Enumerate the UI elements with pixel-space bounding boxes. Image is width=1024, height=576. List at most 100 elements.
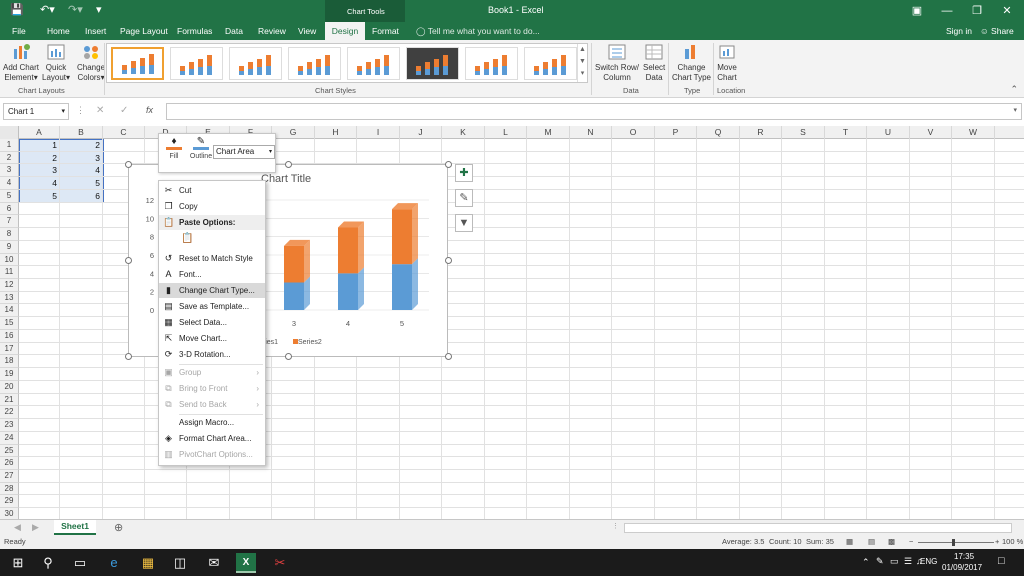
- tab-view[interactable]: View: [294, 22, 320, 40]
- column-header-m[interactable]: M: [527, 126, 570, 139]
- row-header-19[interactable]: 19: [0, 368, 19, 381]
- customize-qat-icon[interactable]: ▾: [96, 3, 102, 16]
- excel-taskbar-icon[interactable]: X: [236, 553, 256, 573]
- tab-page-layout[interactable]: Page Layout: [116, 22, 172, 40]
- name-box-dropdown-icon[interactable]: ▾: [61, 104, 65, 119]
- prev-sheet-icon[interactable]: ◀: [14, 522, 21, 533]
- column-header-r[interactable]: R: [740, 126, 782, 139]
- column-header-a[interactable]: A: [19, 126, 60, 139]
- change-chart-type-button[interactable]: Change Chart Type: [672, 43, 711, 83]
- cell-b1[interactable]: 2: [60, 139, 103, 151]
- expand-formula-icon[interactable]: ▾: [1013, 106, 1017, 114]
- notification-icon[interactable]: □: [998, 555, 1005, 567]
- zoom-in-icon[interactable]: +: [995, 535, 999, 549]
- cell-a5[interactable]: 5: [19, 190, 60, 202]
- column-header-h[interactable]: H: [315, 126, 357, 139]
- tell-me-search[interactable]: ◯ Tell me what you want to do...: [412, 22, 544, 40]
- column-header-c[interactable]: C: [103, 126, 145, 139]
- tab-home[interactable]: Home: [43, 22, 74, 40]
- menu-item-select-data[interactable]: ▦ Select Data...: [159, 315, 265, 330]
- menu-item-paste-keep-formatting[interactable]: 📋: [159, 231, 265, 246]
- row-header-29[interactable]: 29: [0, 495, 19, 509]
- more-styles-icon[interactable]: ▾: [581, 70, 585, 77]
- redo-icon[interactable]: ↷▾: [68, 3, 83, 16]
- chart-style-7[interactable]: [465, 47, 518, 80]
- menu-item-3-d-rotation[interactable]: ⟳ 3-D Rotation...: [159, 347, 265, 362]
- scroll-down-icon[interactable]: ▼: [579, 58, 586, 65]
- enter-icon[interactable]: ✓: [120, 105, 128, 116]
- row-header-17[interactable]: 17: [0, 342, 19, 356]
- restore-icon[interactable]: ❐: [962, 2, 992, 20]
- cell-a4[interactable]: 4: [19, 177, 60, 189]
- bar-series2-3[interactable]: [284, 245, 304, 283]
- row-header-9[interactable]: 9: [0, 240, 19, 254]
- row-header-20[interactable]: 20: [0, 380, 19, 394]
- column-header-o[interactable]: O: [612, 126, 655, 139]
- legend-series2[interactable]: Series2: [293, 339, 322, 346]
- row-header-5[interactable]: 5: [0, 189, 19, 203]
- fill-button[interactable]: ♦ Fill: [163, 136, 185, 160]
- cell-a3[interactable]: 3: [19, 164, 60, 176]
- chart-style-3[interactable]: [229, 47, 282, 80]
- tab-review[interactable]: Review: [254, 22, 290, 40]
- minimize-icon[interactable]: —: [932, 2, 962, 20]
- next-sheet-icon[interactable]: ▶: [32, 522, 39, 533]
- row-header-2[interactable]: 2: [0, 151, 19, 165]
- row-header-24[interactable]: 24: [0, 431, 19, 445]
- row-header-12[interactable]: 12: [0, 279, 19, 292]
- tray-expand-icon[interactable]: ⌃: [862, 557, 870, 568]
- row-header-3[interactable]: 3: [0, 164, 19, 178]
- bar-series1-4[interactable]: [338, 273, 358, 310]
- resize-handle-n[interactable]: [285, 161, 292, 168]
- undo-icon[interactable]: ↶▾: [40, 3, 55, 16]
- resize-handle-sw[interactable]: [125, 353, 132, 360]
- cell-b2[interactable]: 3: [60, 152, 103, 164]
- menu-item-font[interactable]: A Font...: [159, 267, 265, 282]
- page-break-view-icon[interactable]: ▩: [888, 535, 895, 549]
- search-icon[interactable]: ⚲: [38, 553, 58, 573]
- task-view-icon[interactable]: ▭: [70, 553, 90, 573]
- row-header-1[interactable]: 1: [0, 139, 19, 152]
- select-all-corner[interactable]: [0, 126, 19, 139]
- select-data-button[interactable]: Select Data: [643, 43, 665, 83]
- row-header-22[interactable]: 22: [0, 406, 19, 420]
- cancel-icon[interactable]: ✕: [96, 105, 104, 116]
- horizontal-scrollbar[interactable]: [624, 523, 1012, 533]
- row-header-21[interactable]: 21: [0, 393, 19, 407]
- column-header-s[interactable]: S: [782, 126, 825, 139]
- column-header-i[interactable]: I: [357, 126, 400, 139]
- column-header-q[interactable]: Q: [697, 126, 740, 139]
- save-icon[interactable]: 💾: [10, 3, 24, 16]
- chart-styles-button[interactable]: ✎: [455, 189, 473, 207]
- chart-elements-button[interactable]: ✚: [455, 164, 473, 182]
- row-header-10[interactable]: 10: [0, 253, 19, 267]
- row-header-7[interactable]: 7: [0, 215, 19, 229]
- menu-item-format-chart-area[interactable]: ◈ Format Chart Area...: [159, 431, 265, 446]
- column-header-g[interactable]: G: [272, 126, 315, 139]
- menu-item-move-chart[interactable]: ⇱ Move Chart...: [159, 331, 265, 346]
- column-header-n[interactable]: N: [570, 126, 612, 139]
- menu-item-copy[interactable]: ❐ Copy: [159, 199, 265, 214]
- tab-file[interactable]: File: [8, 22, 30, 40]
- chart-style-2[interactable]: [170, 47, 223, 80]
- column-header-w[interactable]: W: [952, 126, 995, 139]
- clock-time[interactable]: 17:35: [954, 552, 974, 561]
- normal-view-icon[interactable]: ▦: [846, 535, 853, 549]
- bar-series2-5[interactable]: [392, 209, 412, 265]
- store-icon[interactable]: ◫: [170, 553, 190, 573]
- cell-a1[interactable]: 1: [19, 139, 60, 151]
- row-header-16[interactable]: 16: [0, 329, 19, 343]
- snipping-tool-icon[interactable]: ✂: [270, 553, 290, 573]
- quick-layout-button[interactable]: Quick Layout▾: [42, 43, 70, 83]
- zoom-out-icon[interactable]: −: [909, 535, 913, 549]
- row-header-18[interactable]: 18: [0, 355, 19, 369]
- bar-series2-4[interactable]: [338, 227, 358, 274]
- chart-style-4[interactable]: [288, 47, 341, 80]
- insert-function-icon[interactable]: fx: [146, 105, 153, 115]
- formula-input[interactable]: ▾: [166, 103, 1022, 120]
- row-header-8[interactable]: 8: [0, 228, 19, 241]
- gallery-scroll[interactable]: ▲ ▼ ▾: [577, 44, 587, 82]
- row-header-6[interactable]: 6: [0, 202, 19, 216]
- row-header-28[interactable]: 28: [0, 482, 19, 496]
- column-header-v[interactable]: V: [910, 126, 952, 139]
